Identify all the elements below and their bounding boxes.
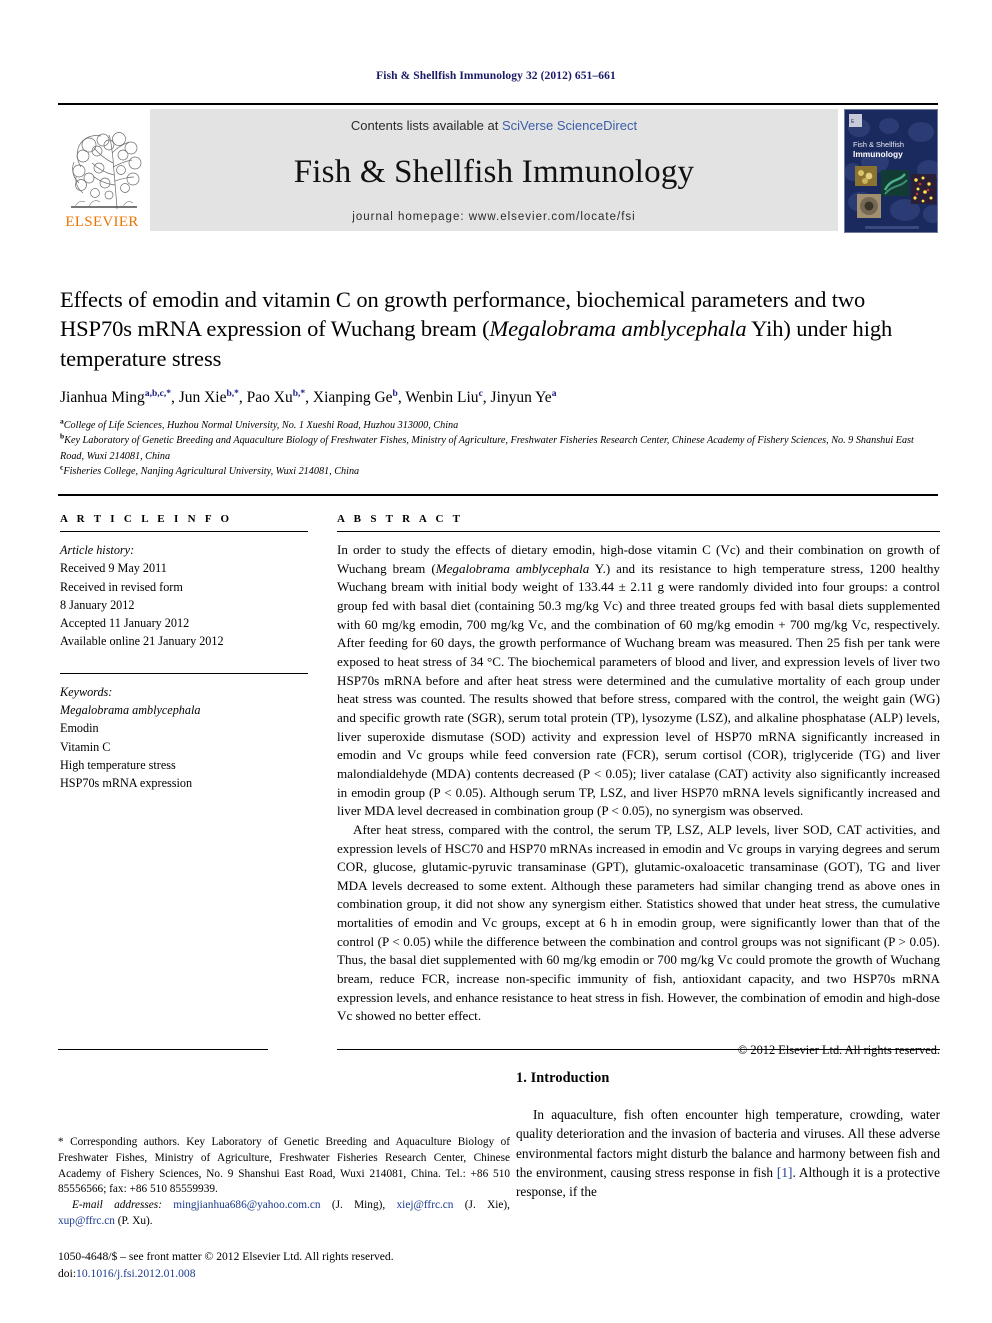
- keywords-block: Keywords: Megalobrama amblycephala Emodi…: [60, 683, 308, 793]
- journal-band: Contents lists available at SciVerse Sci…: [150, 109, 838, 231]
- author-affiliation-marks: a: [551, 389, 557, 400]
- affiliation-list: aCollege of Life Sciences, Huzhou Normal…: [60, 417, 940, 480]
- journal-masthead: ELSEVIER Contents lists available at Sci…: [58, 103, 938, 233]
- author-affiliation-marks: b,*: [226, 389, 239, 400]
- issn-frontmatter-line: 1050-4648/$ – see front matter © 2012 El…: [58, 1250, 394, 1263]
- keyword-item[interactable]: Vitamin C: [60, 738, 308, 756]
- author-name: Xianping Ge: [312, 389, 393, 407]
- cover-artwork: E Fish & Shellfish Immunology: [845, 110, 937, 232]
- keyword-item[interactable]: High temperature stress: [60, 756, 308, 774]
- email-addresses-note: E-mail addresses: mingjianhua686@yahoo.c…: [58, 1199, 510, 1228]
- article-info-heading: A R T I C L E I N F O: [60, 513, 233, 525]
- article-info-column: A R T I C L E I N F O Article history: R…: [60, 513, 308, 793]
- author-affiliation-marks: a,b,c,*: [144, 389, 171, 400]
- keyword-item[interactable]: Megalobrama amblycephala: [60, 701, 308, 719]
- elsevier-tree-icon: [59, 123, 145, 213]
- elsevier-logo: ELSEVIER: [58, 109, 146, 231]
- footnote-block: * Corresponding authors. Key Laboratory …: [58, 1135, 510, 1230]
- page-title: Effects of emodin and vitamin C on growt…: [60, 285, 940, 373]
- author-list: Jianhua Minga,b,c,*, Jun Xieb,*, Pao Xub…: [60, 389, 557, 407]
- introduction-heading: 1. Introduction: [516, 1070, 610, 1086]
- author-item[interactable]: Jinyun Yea: [491, 389, 557, 406]
- abstract-paragraph-1: In order to study the effects of dietary…: [337, 541, 940, 821]
- affiliation-text: College of Life Sciences, Huzhou Normal …: [63, 419, 459, 431]
- doi-label: doi:: [58, 1266, 77, 1280]
- running-head: Fish & Shellfish Immunology 32 (2012) 65…: [376, 70, 616, 82]
- author-affiliation-marks: b,*: [292, 389, 306, 400]
- keywords-rule: [60, 672, 308, 674]
- article-history-item: Available online 21 January 2012: [60, 634, 224, 649]
- article-info-rule: [60, 531, 308, 532]
- author-name: Jinyun Ye: [490, 389, 552, 407]
- article-history-item: Received 9 May 2011: [60, 561, 167, 576]
- author-item[interactable]: Jun Xieb,*: [179, 389, 239, 406]
- doi-link[interactable]: 10.1016/j.fsi.2012.01.008: [76, 1267, 195, 1280]
- author-name: Jun Xie: [178, 389, 227, 407]
- author-item[interactable]: Wenbin Liuc: [405, 389, 482, 406]
- keywords-label: Keywords:: [60, 684, 113, 699]
- citation-ref-1[interactable]: [1]: [777, 1165, 793, 1180]
- journal-homepage-line[interactable]: journal homepage: www.elsevier.com/locat…: [352, 211, 635, 223]
- abstract-body: In order to study the effects of dietary…: [337, 541, 940, 1060]
- article-first-page: Fish & Shellfish Immunology 32 (2012) 65…: [0, 0, 992, 1323]
- affiliation-item: bKey Laboratory of Genetic Breeding and …: [60, 432, 940, 464]
- section-divider-top: [58, 494, 938, 496]
- article-history-item: Received in revised form: [60, 579, 183, 594]
- email-link[interactable]: mingjianhua686@yahoo.com.cn: [173, 1199, 320, 1211]
- svg-text:Fish & Shellfish: Fish & Shellfish: [853, 140, 904, 149]
- keyword-item[interactable]: Emodin: [60, 719, 308, 737]
- email-person: (J. Xie): [464, 1199, 508, 1212]
- journal-title: Fish & Shellfish Immunology: [293, 153, 695, 190]
- title-block: Effects of emodin and vitamin C on growt…: [60, 285, 940, 480]
- introduction-paragraph: In aquaculture, fish often encounter hig…: [516, 1105, 940, 1201]
- author-affiliation-marks: c: [478, 389, 483, 400]
- abstract-paragraph-2: After heat stress, compared with the con…: [337, 821, 940, 1024]
- abstract-rule: [337, 531, 940, 532]
- author-name: Jianhua Ming: [60, 389, 145, 407]
- article-history-item: 8 January 2012: [60, 597, 135, 612]
- affiliation-item: aCollege of Life Sciences, Huzhou Normal…: [60, 417, 940, 434]
- affiliation-item: cFisheries College, Nanjing Agricultural…: [60, 463, 940, 480]
- email-person: (P. Xu).: [117, 1215, 153, 1228]
- introduction-section: 1. Introduction In aquaculture, fish oft…: [516, 1070, 940, 1201]
- abstract-copyright: © 2012 Elsevier Ltd. All rights reserved…: [737, 1043, 940, 1058]
- keyword-item[interactable]: HSP70s mRNA expression: [60, 774, 308, 792]
- abstract-species: Megalobrama amblycephala: [435, 560, 590, 576]
- abstract-column: A B S T R A C T In order to study the ef…: [337, 513, 940, 1060]
- author-item[interactable]: Pao Xub,*: [247, 389, 306, 406]
- contents-prefix: Contents lists available at: [350, 118, 502, 133]
- email-addresses-label: E-mail addresses:: [72, 1199, 162, 1212]
- author-item[interactable]: Jianhua Minga,b,c,*: [60, 389, 171, 406]
- doi-line: doi:10.1016/j.fsi.2012.01.008: [58, 1266, 510, 1283]
- email-link[interactable]: xup@ffrc.cn: [58, 1215, 115, 1227]
- article-history-item: Accepted 11 January 2012: [60, 616, 190, 631]
- article-history-label: Article history:: [60, 543, 135, 557]
- author-name: Wenbin Liu: [405, 389, 479, 407]
- email-person: (J. Ming): [331, 1199, 383, 1212]
- journal-cover-thumbnail: E Fish & Shellfish Immunology: [844, 109, 938, 233]
- author-item[interactable]: Xianping Geb: [313, 389, 398, 406]
- sciencedirect-link[interactable]: SciVerse ScienceDirect: [502, 118, 637, 133]
- contents-lists-line: Contents lists available at SciVerse Sci…: [351, 118, 637, 133]
- svg-text:Immunology: Immunology: [853, 149, 903, 159]
- frontmatter-block: 1050-4648/$ – see front matter © 2012 El…: [58, 1249, 510, 1283]
- abstract-p1-b: Y.) and its resistance to high temperatu…: [337, 560, 940, 819]
- abstract-divider-bottom: [337, 1049, 940, 1050]
- abstract-heading: A B S T R A C T: [337, 513, 464, 525]
- title-line-1: Effects of emodin and vitamin C on growt…: [60, 287, 789, 312]
- elsevier-wordmark: ELSEVIER: [65, 214, 139, 230]
- affiliation-text: Fisheries College, Nanjing Agricultural …: [63, 466, 360, 478]
- email-link[interactable]: xiej@ffrc.cn: [397, 1199, 454, 1211]
- footnote-divider-left: [58, 1049, 268, 1050]
- title-species-epithet: amblycephala: [621, 316, 747, 342]
- author-name: Pao Xu: [246, 389, 293, 407]
- affiliation-text: Key Laboratory of Genetic Breeding and A…: [60, 435, 914, 462]
- author-affiliation-marks: b: [392, 389, 398, 400]
- corresponding-author-note: * Corresponding authors. Key Laboratory …: [58, 1136, 510, 1196]
- article-history: Article history: Received 9 May 2011 Rec…: [60, 541, 308, 651]
- title-species-genus: Megalobrama: [489, 316, 616, 342]
